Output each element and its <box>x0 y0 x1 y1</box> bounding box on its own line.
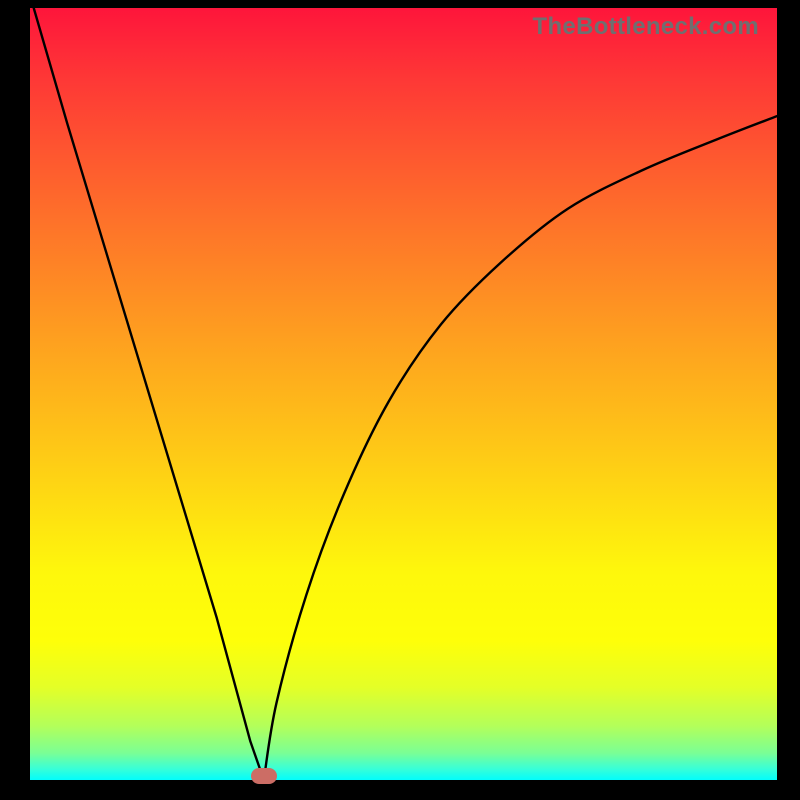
minimum-marker <box>251 768 277 784</box>
chart-plot-area: TheBottleneck.com <box>30 8 777 780</box>
curve-line <box>30 8 777 780</box>
chart-stage: TheBottleneck.com <box>0 0 800 800</box>
watermark-text: TheBottleneck.com <box>30 13 777 41</box>
